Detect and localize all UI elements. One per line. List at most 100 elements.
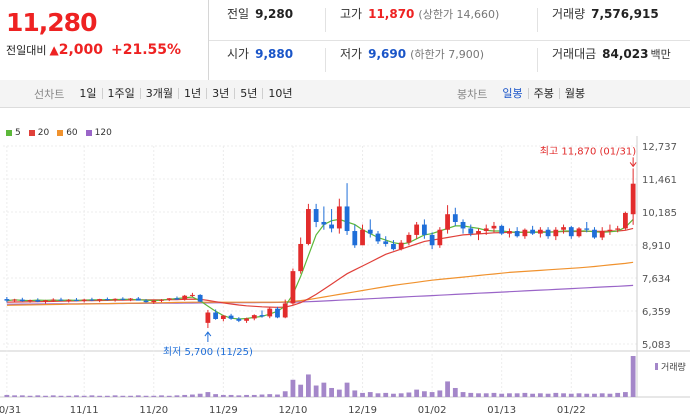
- y-tick-label: 5,083: [642, 340, 671, 351]
- volume-bar: [607, 393, 613, 397]
- volume-bar: [406, 392, 412, 397]
- ma120-line: [6, 284, 634, 305]
- chart-axes: 12,737 11,461 10,185 8,910 7,634 6,359 5,083 10…: [0, 142, 686, 416]
- candle-body: [298, 243, 304, 272]
- candle-body: [159, 299, 164, 301]
- candle-body: [112, 298, 118, 300]
- candle-body: [197, 294, 203, 302]
- volume-bar: [561, 393, 566, 397]
- candle-body: [282, 303, 288, 318]
- x-tick-label: 12/10: [279, 405, 308, 416]
- candle-body: [623, 212, 628, 229]
- candle-body: [259, 315, 265, 317]
- volume-bar: [182, 394, 188, 397]
- volume-bar: [81, 395, 87, 397]
- volume-bar: [344, 382, 350, 397]
- candle-body: [607, 229, 613, 232]
- candle-body: [213, 312, 219, 319]
- volume-bar: [623, 392, 628, 397]
- volume-bar: [128, 395, 133, 397]
- candle-body: [306, 209, 311, 244]
- volume-bar: [220, 394, 226, 397]
- volume-bar: [375, 393, 381, 397]
- volume-bar: [599, 393, 605, 397]
- volume-bar: [360, 392, 365, 397]
- volume-bar: [553, 392, 559, 397]
- candle-body: [174, 298, 180, 300]
- volume-bar: [290, 379, 296, 397]
- candle-body: [182, 295, 188, 300]
- volume-bar: [104, 395, 110, 397]
- volume-bar: [452, 387, 458, 397]
- y-tick-label: 6,359: [642, 307, 671, 318]
- candle-body: [43, 300, 48, 302]
- volume-bar: [236, 395, 242, 397]
- candle-body: [190, 294, 195, 296]
- volume-bar: [321, 382, 327, 397]
- volume-bar: [437, 390, 443, 397]
- volume-bar: [421, 391, 427, 397]
- x-tick-label: 12/19: [348, 405, 377, 416]
- candle-body: [236, 318, 242, 321]
- volume-bar: [112, 395, 118, 397]
- candle-body: [244, 318, 249, 321]
- volume-bar: [592, 393, 597, 397]
- candle-body: [104, 299, 110, 301]
- volume-bar: [445, 381, 450, 397]
- candle-body: [383, 241, 389, 244]
- candle-body: [452, 214, 458, 222]
- candle-body: [251, 315, 257, 319]
- candle-body: [414, 224, 420, 235]
- volume-bar: [615, 392, 621, 397]
- candle-body: [584, 228, 590, 230]
- candle-body: [290, 271, 296, 304]
- y-tick-label: 7,634: [642, 274, 671, 285]
- candle-body: [267, 308, 273, 317]
- candle-body: [545, 229, 551, 237]
- volume-bar: [151, 395, 157, 397]
- volume-bar: [530, 393, 536, 397]
- volume-bar: [545, 393, 551, 397]
- volume-bars: [4, 356, 636, 397]
- candle-body: [275, 308, 280, 318]
- max-price-label: 최고 11,870 (01/31): [540, 145, 636, 157]
- candle-body: [220, 315, 226, 319]
- volume-bar: [166, 395, 172, 397]
- candle-body: [50, 299, 56, 301]
- volume-bar: [50, 395, 56, 397]
- candle-body: [437, 229, 443, 246]
- candle-body: [58, 299, 64, 301]
- volume-bar: [537, 393, 543, 397]
- volume-bar: [66, 395, 72, 397]
- candle-body: [568, 227, 574, 237]
- volume-bar: [414, 389, 420, 397]
- max-arrow-icon: [629, 157, 637, 168]
- volume-bar: [507, 393, 512, 397]
- candle-body: [360, 229, 365, 246]
- volume-bar: [275, 394, 280, 397]
- x-tick-label: 11/20: [139, 405, 168, 416]
- candle-body: [491, 225, 497, 229]
- volume-bar: [213, 394, 219, 397]
- candle-body: [151, 300, 157, 303]
- candle-body: [329, 224, 334, 229]
- volume-bar: [43, 395, 48, 397]
- candle-body: [321, 221, 327, 225]
- volume-bar: [58, 395, 64, 397]
- volume-bar: [244, 394, 249, 397]
- volume-bar: [336, 389, 342, 397]
- x-tick-label: 10/31: [0, 405, 21, 416]
- candle-body: [421, 224, 427, 235]
- y-tick-label: 12,737: [642, 142, 677, 153]
- chart-annotations: 최고 11,870 (01/31) 최저 5,700 (11/25): [163, 145, 637, 358]
- volume-bar: [468, 392, 474, 397]
- ma60-line: [6, 261, 634, 306]
- candle-body: [12, 299, 17, 301]
- candle-body: [135, 298, 141, 301]
- candle-body: [205, 312, 211, 323]
- volume-bar: [329, 387, 334, 397]
- volume-bar: [197, 393, 203, 397]
- volume-bar: [159, 395, 164, 397]
- x-tick-label: 11/29: [209, 405, 238, 416]
- candle-body: [406, 234, 412, 243]
